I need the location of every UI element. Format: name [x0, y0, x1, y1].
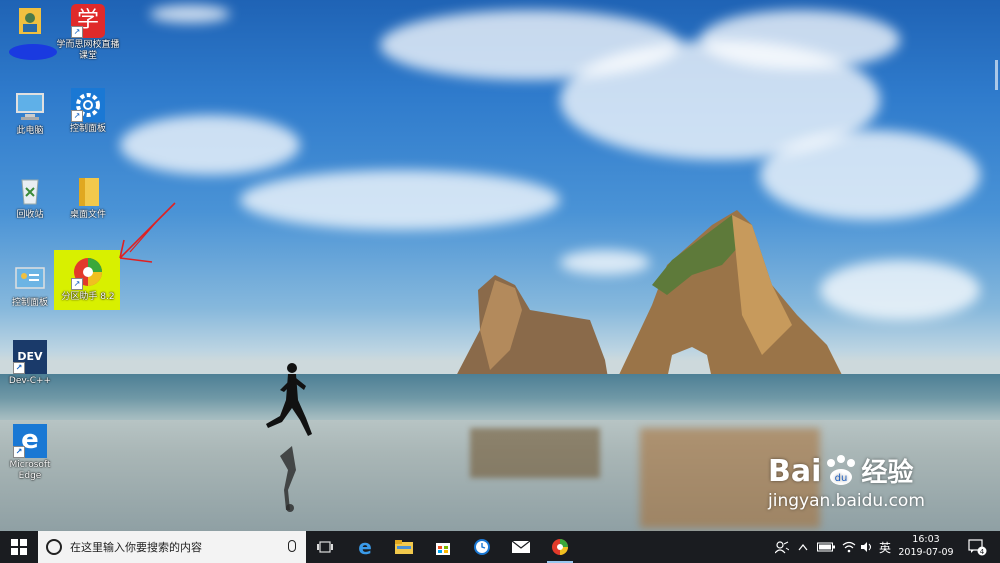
taskbar-clock-app[interactable] — [463, 531, 501, 563]
control-panel-icon — [13, 262, 47, 296]
desktop-icon-label: 学而思网校直播课堂 — [56, 40, 120, 61]
start-button[interactable] — [0, 531, 38, 563]
file-explorer-icon — [395, 540, 413, 554]
desktop-icon-edge[interactable]: e ↗ Microsoft Edge — [0, 424, 60, 482]
desktop-wallpaper: 学 ↗ 学而思网校直播课堂 此电脑 ↗ 控制面板 回收站 桌面文件 控制面板 ↗… — [0, 0, 1000, 531]
desktop-icon-this-pc[interactable]: 此电脑 — [0, 90, 60, 137]
scribble-mark — [9, 44, 57, 60]
partition-assistant-icon — [552, 539, 568, 555]
taskbar-search-box[interactable]: 在这里输入你要搜索的内容 — [38, 531, 306, 563]
chevron-up-icon[interactable] — [795, 531, 811, 563]
desktop-icon-label: 分区助手 8.2 — [61, 292, 115, 302]
taskbar-partition-assistant[interactable] — [541, 531, 579, 563]
notification-icon: 4 — [968, 539, 987, 556]
wifi-icon[interactable] — [840, 531, 858, 563]
task-view-icon — [317, 541, 333, 553]
desktop-icon-label: 回收站 — [16, 210, 44, 220]
user-folder-icon — [13, 4, 47, 38]
baidu-paw-icon: du — [827, 455, 856, 485]
battery-icon[interactable] — [814, 531, 838, 563]
cloud — [240, 170, 560, 230]
taskbar-clock[interactable]: 16:03 2019-07-09 — [893, 533, 959, 559]
people-icon[interactable] — [772, 531, 792, 563]
cloud — [700, 10, 900, 70]
notification-count: 4 — [980, 548, 985, 556]
desktop-icon-xueersi[interactable]: 学 ↗ 学而思网校直播课堂 — [56, 4, 120, 62]
edge-icon: e — [358, 535, 372, 559]
recycle-bin-icon — [13, 174, 47, 208]
desktop-icon-control-panel[interactable]: 控制面板 — [0, 262, 60, 309]
cloud — [150, 5, 230, 23]
microphone-icon[interactable] — [288, 540, 296, 552]
cloud — [120, 115, 300, 175]
watermark-brand2: 经验 — [861, 458, 914, 488]
watermark-brand: Bai — [768, 454, 822, 489]
task-view-button[interactable] — [306, 531, 344, 563]
taskbar-mail[interactable] — [502, 531, 540, 563]
partition-assistant-icon: ↗ — [71, 256, 105, 290]
gear-icon: ↗ — [71, 88, 105, 122]
svg-text:du: du — [835, 473, 848, 484]
desktop-icon-label: 此电脑 — [16, 126, 44, 136]
rock-reflection — [470, 428, 600, 478]
search-placeholder: 在这里输入你要搜索的内容 — [70, 541, 202, 554]
desktop-icon-label: Dev-C++ — [8, 376, 52, 386]
computer-icon — [13, 90, 47, 124]
red-arrow-annotation — [119, 202, 176, 263]
desktop-icon-devcpp[interactable]: DEV ↗ Dev-C++ — [0, 340, 60, 387]
mail-icon — [512, 540, 530, 553]
clock-app-icon — [474, 539, 490, 555]
edge-icon: e ↗ — [13, 424, 47, 458]
taskbar: 在这里输入你要搜索的内容 e 英 16:03 2019-07-09 4 — [0, 531, 1000, 563]
desktop-icon-user[interactable] — [0, 4, 60, 60]
desktop-icon-label: 桌面文件 — [69, 210, 106, 220]
desktop-icon-desktop-files[interactable]: 桌面文件 — [58, 174, 118, 221]
xueersi-icon: 学 ↗ — [71, 4, 105, 38]
folder-icon — [71, 174, 105, 208]
desktop-icon-settings[interactable]: ↗ 控制面板 — [58, 88, 118, 135]
runner-silhouette — [266, 363, 312, 512]
volume-icon[interactable] — [858, 531, 876, 563]
scroll-indicator — [995, 60, 998, 90]
taskbar-store[interactable] — [424, 531, 462, 563]
taskbar-edge[interactable]: e — [346, 531, 384, 563]
clock-time: 16:03 — [912, 534, 940, 545]
clock-date: 2019-07-09 — [898, 547, 954, 558]
desktop-icon-label: Microsoft Edge — [9, 460, 51, 481]
baidu-watermark: Bai du 经验 jingyan.baidu.com — [768, 452, 925, 511]
action-center-button[interactable]: 4 — [962, 531, 992, 563]
desktop-icon-label: 控制面板 — [11, 298, 48, 308]
devcpp-icon: DEV ↗ — [13, 340, 47, 374]
taskbar-file-explorer[interactable] — [385, 531, 423, 563]
arch-sea-stack — [617, 210, 844, 379]
desktop-icon-label: 控制面板 — [69, 124, 106, 134]
ime-indicator[interactable]: 英 — [876, 531, 894, 563]
cortana-icon — [46, 539, 62, 555]
watermark-url: jingyan.baidu.com — [768, 491, 925, 511]
desktop-icon-recycle-bin[interactable]: 回收站 — [0, 174, 60, 221]
store-icon — [436, 543, 450, 555]
small-sea-stack — [455, 275, 608, 378]
windows-logo-icon — [11, 539, 27, 555]
